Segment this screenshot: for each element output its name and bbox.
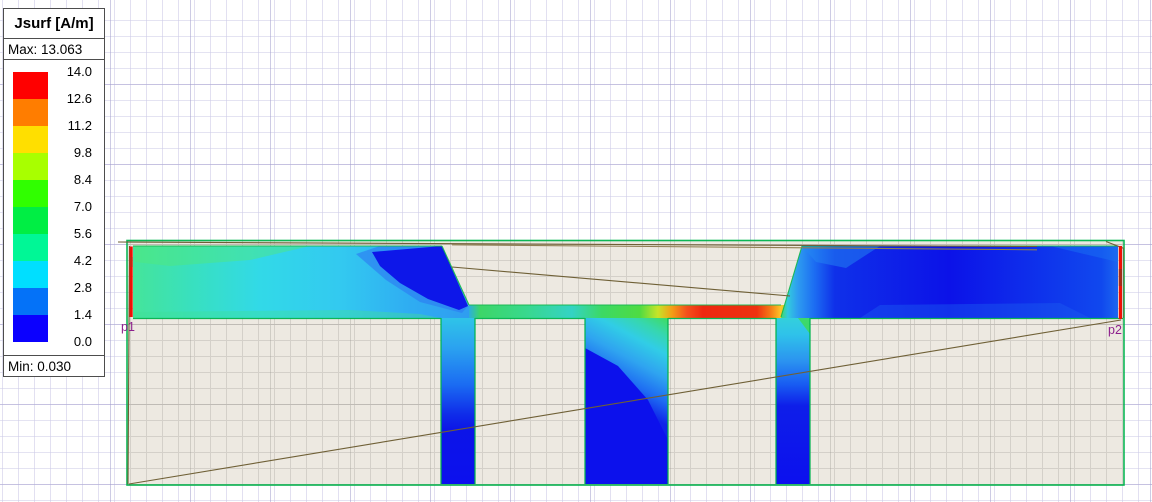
colorbar-swatch (13, 207, 48, 234)
legend-min-value: Min: 0.030 (3, 355, 105, 377)
field-plot-viewport[interactable]: p1 p2 Jsurf [A/m] Max: 13.063 14.0 12.6 11… (0, 0, 1152, 502)
colorbar-tick-label: 9.8 (73, 145, 92, 160)
port-label-p1: p1 (121, 320, 135, 334)
colorbar-tick-label: 0.0 (73, 334, 92, 349)
colorbar-swatch (13, 234, 48, 261)
legend-color-scale: 14.0 12.6 11.2 9.8 8.4 7.0 5.6 4.2 2.8 1.4 0.0 (3, 59, 105, 356)
colorbar-tick-label: 5.6 (73, 226, 92, 241)
model-structure: p1 p2 (117, 239, 1125, 486)
colorbar-swatch (13, 99, 48, 126)
colorbar-legend: Jsurf [A/m] Max: 13.063 14.0 12.6 11.2 9.8 8… (3, 8, 105, 377)
colorbar-tick-label: 7.0 (73, 199, 92, 214)
colorbar-tick-label: 12.6 (66, 91, 92, 106)
colorbar-swatch (13, 261, 48, 288)
colorbar-swatch (13, 288, 48, 315)
colorbar-swatch (13, 153, 48, 180)
colorbar-swatch (13, 72, 48, 99)
colorbar-swatch (13, 180, 48, 207)
colorbar-tick-label: 8.4 (73, 172, 92, 187)
colorbar-tick-label: 2.8 (73, 280, 92, 295)
legend-title: Jsurf [A/m] (3, 8, 105, 39)
colorbar-tick-label: 14.0 (66, 64, 92, 79)
colorbar-tick-label: 4.2 (73, 253, 92, 268)
legend-max-value: Max: 13.063 (3, 38, 105, 60)
colorbar-swatch (13, 126, 48, 153)
colorbar-tick-label: 1.4 (73, 307, 92, 322)
port-label-p2: p2 (1108, 323, 1122, 337)
colorbar-swatch (13, 315, 48, 342)
colorbar-tick-label: 11.2 (67, 118, 92, 133)
